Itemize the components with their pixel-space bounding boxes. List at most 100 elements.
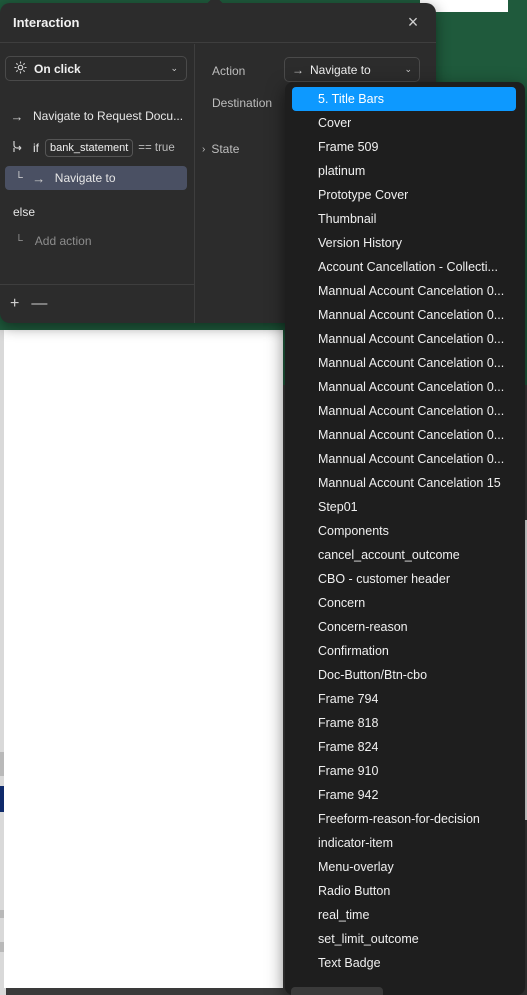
destination-option[interactable]: Frame 824 — [292, 735, 516, 759]
destination-option[interactable]: cancel_account_outcome — [292, 543, 516, 567]
destination-option-label: Concern — [318, 596, 366, 610]
add-action-button[interactable]: └ Add action — [15, 234, 92, 248]
action-navigate-row[interactable]: → Navigate to Request Docu... — [5, 104, 187, 128]
destination-option[interactable]: Frame 818 — [292, 711, 516, 735]
destination-dropdown[interactable]: 5. Title Bars Cover Frame 509 platinum Proto… — [285, 82, 525, 995]
destination-option[interactable]: Frame 910 — [292, 759, 516, 783]
destination-option-label: Step01 — [318, 500, 358, 514]
action-select[interactable]: → Navigate to ⌄ — [284, 57, 420, 82]
destination-option[interactable]: Mannual Account Cancelation 0... — [292, 399, 516, 423]
nested-navigate-label: Navigate to — [54, 171, 116, 185]
destination-option-label: Mannual Account Cancelation 0... — [318, 404, 505, 418]
trigger-select[interactable]: On click ⌄ — [5, 56, 187, 81]
destination-option[interactable]: Mannual Account Cancelation 0... — [292, 327, 516, 351]
destination-option-label: Frame 942 — [318, 788, 379, 802]
branch-icon: └ — [15, 235, 23, 247]
destination-option[interactable]: set_limit_outcome — [292, 927, 516, 951]
canvas-white-frame — [4, 330, 283, 988]
destination-option[interactable]: Frame 942 — [292, 783, 516, 807]
close-icon: × — [407, 12, 419, 32]
canvas-mark — [0, 942, 4, 952]
arrow-right-icon: → — [292, 62, 304, 77]
destination-option-label: Thumbnail — [318, 212, 377, 226]
destination-option[interactable]: Mannual Account Cancelation 0... — [292, 447, 516, 471]
destination-option[interactable]: Text Badge — [292, 951, 516, 975]
destination-option-label: Cover — [318, 116, 352, 130]
destination-option[interactable]: Radio Button — [292, 879, 516, 903]
destination-option[interactable]: Doc-Button/Btn-cbo — [292, 663, 516, 687]
destination-option[interactable]: Step01 — [292, 495, 516, 519]
arrow-right-icon: → — [32, 170, 46, 186]
destination-option[interactable]: real_time — [292, 903, 516, 927]
destination-option[interactable]: Mannual Account Cancelation 0... — [292, 375, 516, 399]
nested-navigate-row[interactable]: └ → Navigate to — [5, 166, 187, 190]
destination-option[interactable]: indicator-item — [292, 831, 516, 855]
destination-option[interactable]: Freeform-reason-for-decision — [292, 807, 516, 831]
destination-option[interactable]: Frame 794 — [292, 687, 516, 711]
destination-option-label: Mannual Account Cancelation 0... — [318, 308, 505, 322]
destination-option[interactable]: Account Cancellation - Collecti... — [292, 255, 516, 279]
destination-option-label: CBO - customer header — [318, 572, 450, 586]
canvas-mark — [0, 786, 4, 812]
destination-option-label: cancel_account_outcome — [318, 548, 460, 562]
dropdown-scroll-indicator[interactable] — [291, 987, 383, 995]
close-button[interactable]: × — [403, 12, 423, 33]
destination-option[interactable]: Frame 509 — [292, 135, 516, 159]
destination-option-label: Text Badge — [318, 956, 381, 970]
destination-option[interactable]: Menu-overlay — [292, 855, 516, 879]
destination-option-label: Frame 794 — [318, 692, 379, 706]
destination-option-label: real_time — [318, 908, 370, 922]
destination-option[interactable]: Thumbnail — [292, 207, 516, 231]
destination-option[interactable]: Components — [292, 519, 516, 543]
destination-option-label: Frame 910 — [318, 764, 379, 778]
destination-option-label: Mannual Account Cancelation 0... — [318, 380, 505, 394]
destination-option[interactable]: 5. Title Bars — [292, 87, 516, 111]
add-action-label: Add action — [34, 234, 92, 248]
state-label: State — [211, 142, 240, 156]
destination-option[interactable]: Confirmation — [292, 639, 516, 663]
destination-option[interactable]: Mannual Account Cancelation 0... — [292, 351, 516, 375]
destination-option[interactable]: Mannual Account Cancelation 0... — [292, 303, 516, 327]
action-navigate-label: Navigate to Request Docu... — [33, 109, 184, 123]
condition-variable[interactable]: bank_statement — [45, 139, 134, 157]
remove-icon[interactable]: — — [31, 295, 47, 313]
destination-option-label: Mannual Account Cancelation 0... — [318, 332, 505, 346]
destination-option-label: Doc-Button/Btn-cbo — [318, 668, 428, 682]
destination-option-label: Concern-reason — [318, 620, 408, 634]
destination-option-label: Frame 509 — [318, 140, 379, 154]
destination-option[interactable]: Prototype Cover — [292, 183, 516, 207]
destination-option-label: Radio Button — [318, 884, 391, 898]
destination-option[interactable]: platinum — [292, 159, 516, 183]
destination-option[interactable]: Concern — [292, 591, 516, 615]
destination-option-label: indicator-item — [318, 836, 394, 850]
condition-operator: == true — [138, 142, 175, 154]
destination-option-label: Freeform-reason-for-decision — [318, 812, 480, 826]
destination-option-label: set_limit_outcome — [318, 932, 419, 946]
canvas-mark — [0, 910, 4, 918]
destination-option-label: Mannual Account Cancelation 0... — [318, 356, 505, 370]
destination-option[interactable]: Version History — [292, 231, 516, 255]
destination-option[interactable]: Mannual Account Cancelation 0... — [292, 279, 516, 303]
destination-label: Destination — [212, 96, 273, 110]
destination-option[interactable]: CBO - customer header — [292, 567, 516, 591]
interaction-list: On click ⌄ → Navigate to Request Docu...… — [0, 44, 195, 323]
conditional-icon — [9, 140, 25, 156]
add-icon[interactable]: + — [10, 295, 19, 313]
branch-icon: └ — [15, 172, 23, 184]
destination-option-label: Version History — [318, 236, 403, 250]
arrow-right-icon: → — [10, 108, 24, 124]
destination-option-label: Mannual Account Cancelation 15 — [318, 476, 501, 490]
destination-options: 5. Title Bars Cover Frame 509 platinum Proto… — [285, 87, 525, 975]
destination-option[interactable]: Cover — [292, 111, 516, 135]
destination-option[interactable]: Concern-reason — [292, 615, 516, 639]
chevron-down-icon: ⌄ — [404, 64, 412, 74]
destination-option-label: Prototype Cover — [318, 188, 409, 202]
destination-option[interactable]: Mannual Account Cancelation 0... — [292, 423, 516, 447]
state-toggle[interactable]: › State — [202, 142, 239, 156]
condition-row[interactable]: if bank_statement == true — [5, 136, 187, 160]
action-value: Navigate to — [310, 62, 371, 77]
destination-option[interactable]: Mannual Account Cancelation 15 — [292, 471, 516, 495]
else-label: else — [13, 205, 36, 219]
tap-icon — [14, 61, 28, 77]
destination-option-label: Frame 824 — [318, 740, 379, 754]
